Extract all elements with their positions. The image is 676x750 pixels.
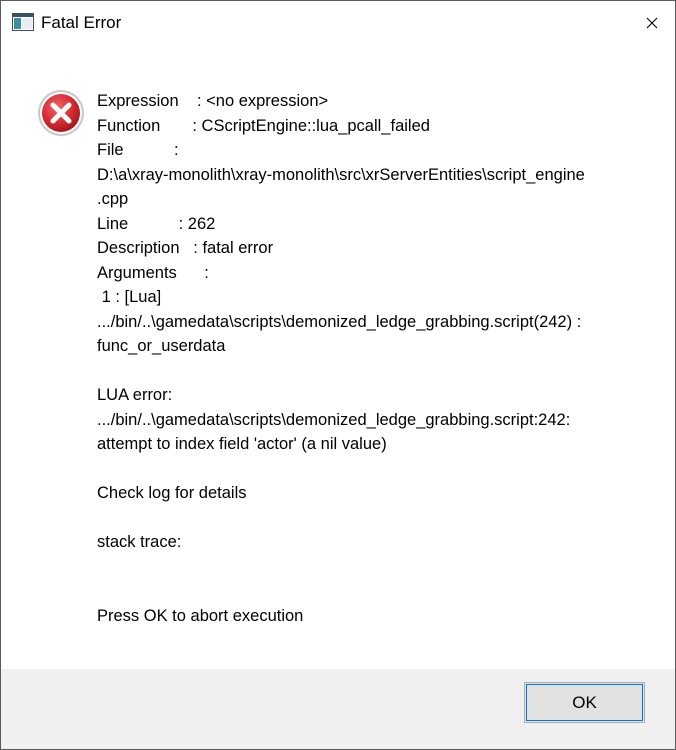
message-line: .../bin/..\gamedata\scripts\demonized_le… xyxy=(97,410,571,429)
message-line: File : xyxy=(97,141,179,159)
message-line: Check log for details xyxy=(97,484,247,502)
message-line: Press OK to abort execution xyxy=(97,606,304,625)
close-button[interactable] xyxy=(629,1,675,44)
error-icon xyxy=(38,90,84,136)
message-line: func_or_userdata xyxy=(97,337,226,355)
message-line: .cpp xyxy=(97,190,129,208)
error-message: Expression : <no expression> Function : C… xyxy=(97,89,657,628)
close-icon xyxy=(646,17,658,28)
message-line: Description : fatal error xyxy=(97,239,274,257)
message-line xyxy=(97,457,657,482)
message-line: D:\a\xray-monolith\xray-monolith\src\xrS… xyxy=(97,165,585,184)
window-title: Fatal Error xyxy=(41,13,122,32)
message-line xyxy=(97,579,657,604)
message-line xyxy=(97,555,657,580)
message-line: LUA error: xyxy=(97,386,173,404)
message-line: attempt to index field 'actor' (a nil va… xyxy=(97,435,387,453)
message-line xyxy=(97,359,657,384)
message-line xyxy=(97,506,657,531)
message-line: Arguments : xyxy=(97,263,209,282)
title-bar[interactable]: Fatal Error xyxy=(1,1,675,44)
ok-button[interactable]: OK xyxy=(524,682,645,723)
message-line: .../bin/..\gamedata\scripts\demonized_le… xyxy=(97,312,582,331)
message-line: Expression : <no expression> xyxy=(97,92,329,110)
app-window-icon xyxy=(12,13,34,31)
message-line: stack trace: xyxy=(97,533,182,551)
message-line: 1 : [Lua] xyxy=(97,288,162,306)
message-line: Function : CScriptEngine::lua_pcall_fail… xyxy=(97,116,430,135)
fatal-error-dialog: Fatal Error Expression : <no expression>… xyxy=(0,0,676,750)
dialog-content: Expression : <no expression> Function : C… xyxy=(1,44,675,669)
button-bar: OK xyxy=(1,669,675,749)
message-line: Line : 262 xyxy=(97,214,216,233)
